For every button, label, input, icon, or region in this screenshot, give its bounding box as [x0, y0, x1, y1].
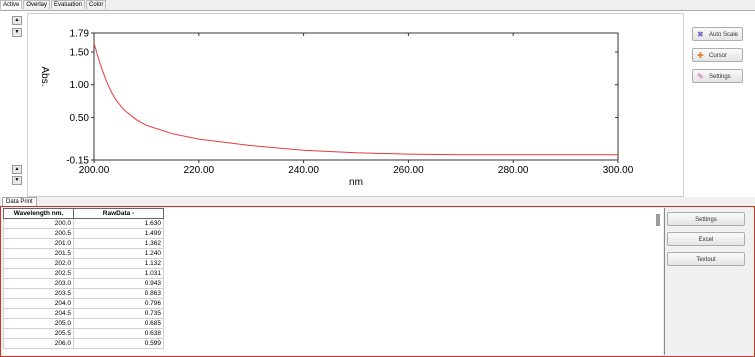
rawdata-cell: 1.132	[73, 258, 164, 269]
rawdata-cell: 0.638	[73, 328, 164, 339]
y-scale-up-button[interactable]: ▲	[12, 16, 22, 25]
rawdata-cell: 1.499	[73, 228, 164, 239]
auto-scale-label: Auto Scale	[709, 32, 739, 38]
table-row[interactable]: 206.0 0.599	[3, 338, 164, 349]
wavelength-cell: 201.5	[3, 248, 74, 259]
x-tick-label: 280.00	[498, 165, 529, 176]
rawdata-cell: 1.362	[73, 238, 164, 249]
rawdata-cell: 1.031	[73, 268, 164, 279]
settings-icon: ✎	[697, 72, 704, 81]
view-tabs: Active Overlay Evaluation Color	[0, 0, 107, 9]
spectrum-chart-frame: 200.00 220.00 240.00 260.00 280.00 300.00 1.79…	[27, 13, 684, 197]
plot-area	[93, 32, 619, 161]
table-row[interactable]: 203.0 0.943	[3, 278, 164, 289]
cursor-label: Cursor	[709, 53, 728, 59]
auto-scale-icon: ✖	[697, 30, 704, 39]
rawdata-cell: 0.735	[73, 308, 164, 319]
rawdata-cell: 0.863	[73, 288, 164, 299]
rawdata-cell: 0.943	[73, 278, 164, 289]
wavelength-cell: 202.5	[3, 268, 74, 279]
wavelength-cell: 203.5	[3, 288, 74, 299]
rawdata-cell: 0.599	[73, 338, 164, 349]
table-row[interactable]: 204.5 0.735	[3, 308, 164, 319]
table-row[interactable]: 204.0 0.796	[3, 298, 164, 309]
table-row[interactable]: 200.5 1.499	[3, 228, 164, 239]
spectrum-chart[interactable]: 200.00 220.00 240.00 260.00 280.00 300.00 1.79…	[28, 14, 683, 196]
wavelength-cell: 201.0	[3, 238, 74, 249]
wavelength-cell: 203.0	[3, 278, 74, 289]
table-row[interactable]: 205.5 0.638	[3, 328, 164, 339]
data-table-area: Wavelength nm. RawData - 200.0 1.630 200.5…	[3, 208, 663, 355]
wavelength-cell: 204.5	[3, 308, 74, 319]
tab-overlay[interactable]: Overlay	[23, 0, 51, 9]
rawdata-cell: 0.685	[73, 318, 164, 329]
rawdata-cell: 1.630	[73, 218, 164, 229]
cursor-icon: ✚	[697, 51, 704, 60]
x-tick-label: 220.00	[184, 165, 215, 176]
x-tick-label: 300.00	[603, 165, 634, 176]
y-offset-up-button[interactable]: ▲	[12, 165, 22, 174]
graph-settings-label: Settings	[709, 74, 731, 80]
column-header-rawdata-label: RawData -	[102, 210, 135, 217]
y-tick-label: 0.50	[70, 113, 90, 124]
y-offset-down-button[interactable]: ▼	[12, 176, 22, 185]
wavelength-cell: 202.0	[3, 258, 74, 269]
x-axis-label: nm	[349, 177, 363, 188]
wavelength-cell: 206.0	[3, 338, 74, 349]
table-row[interactable]: 203.5 0.863	[3, 288, 164, 299]
wavelength-cell: 200.5	[3, 228, 74, 239]
y-tick-label: 1.00	[70, 80, 90, 91]
table-row[interactable]: 201.5 1.240	[3, 248, 164, 259]
table-scrollbar-thumb[interactable]	[656, 214, 660, 226]
table-row[interactable]: 205.0 0.685	[3, 318, 164, 329]
graph-settings-button[interactable]: ✎ Settings	[692, 69, 743, 83]
x-tick-label: 240.00	[288, 165, 319, 176]
rawdata-cell: 1.240	[73, 248, 164, 259]
rawdata-cell: 0.796	[73, 298, 164, 309]
wavelength-cell: 205.5	[3, 328, 74, 339]
x-tick-label: 260.00	[393, 165, 424, 176]
table-row[interactable]: 202.5 1.031	[3, 268, 164, 279]
tab-active[interactable]: Active	[0, 0, 23, 9]
y-scale-down-button[interactable]: ▼	[12, 28, 22, 37]
wavelength-cell: 204.0	[3, 298, 74, 309]
panel-divider[interactable]	[664, 208, 665, 355]
data-print-panel: Wavelength nm. RawData - 200.0 1.630 200.5…	[0, 206, 755, 357]
print-settings-button[interactable]: Settings	[667, 212, 745, 226]
table-row[interactable]: 202.0 1.132	[3, 258, 164, 269]
table-row[interactable]: 200.0 1.630	[3, 218, 164, 229]
graph-panel: ▲ ▼ ▲ ▼ 200.00 220.00 240.00 260.00 280.00 30…	[0, 10, 755, 197]
tab-color[interactable]: Color	[86, 0, 107, 9]
x-tick-label: 200.00	[79, 165, 110, 176]
data-table: Wavelength nm. RawData - 200.0 1.630 200.5…	[3, 208, 164, 349]
y-tick-label: 1.79	[70, 29, 90, 40]
cursor-button[interactable]: ✚ Cursor	[692, 48, 743, 62]
wavelength-cell: 205.0	[3, 318, 74, 329]
column-header-wavelength[interactable]: Wavelength nm.	[3, 208, 74, 219]
excel-button[interactable]: Excel	[667, 232, 745, 246]
y-axis-label: Abs.	[39, 66, 50, 86]
wavelength-cell: 200.0	[3, 218, 74, 229]
textout-button[interactable]: Textout	[667, 252, 745, 266]
table-row[interactable]: 201.0 1.362	[3, 238, 164, 249]
auto-scale-button[interactable]: ✖ Auto Scale	[692, 27, 743, 41]
tab-evaluation[interactable]: Evaluation	[51, 0, 86, 9]
column-header-rawdata[interactable]: RawData -	[73, 208, 164, 219]
y-tick-label: 1.50	[70, 47, 90, 58]
y-tick-label: -0.15	[66, 156, 89, 167]
